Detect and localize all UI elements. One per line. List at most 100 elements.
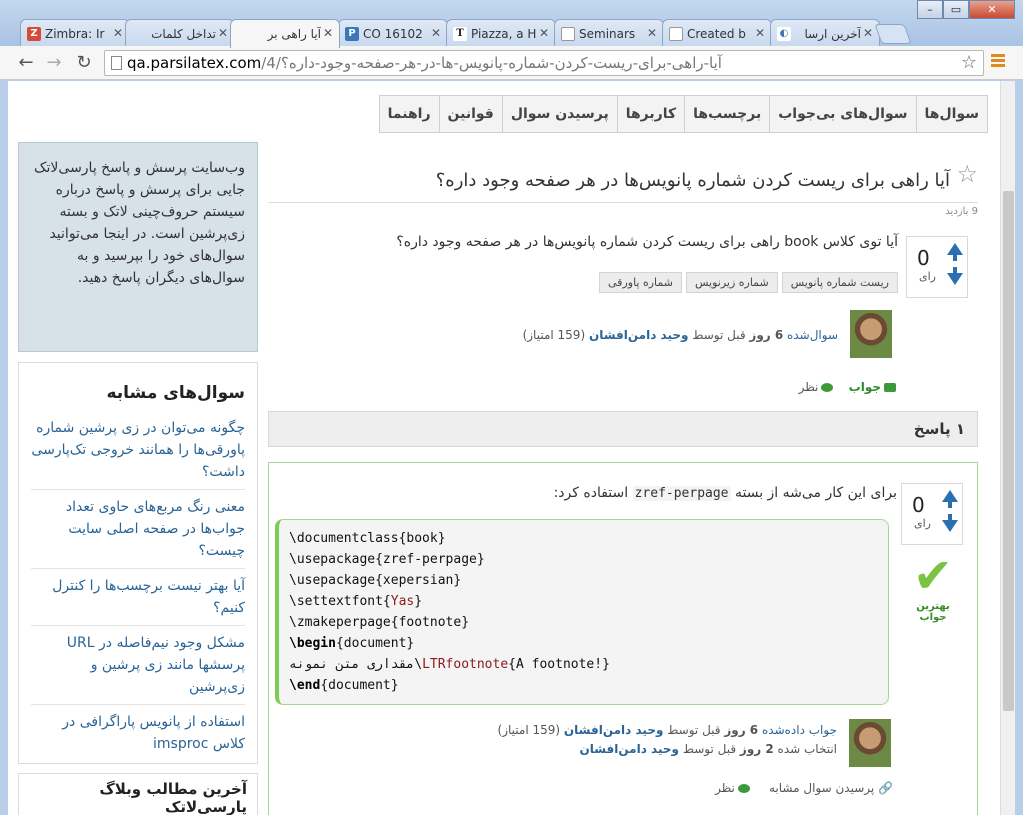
asked-time: 6 روز — [749, 328, 784, 342]
code-line: \usepackage{xepersian} — [289, 573, 462, 588]
browser-tab-piazza[interactable]: T Piazza, a H ✕ — [446, 19, 556, 47]
close-tab-icon[interactable]: ✕ — [113, 26, 123, 40]
nav-questions[interactable]: سوال‌ها — [915, 96, 987, 132]
answers-header: ۱ پاسخ — [268, 411, 978, 447]
close-tab-icon[interactable]: ✕ — [539, 26, 549, 40]
best-answer-badge: ✔ بهترین جواب — [903, 551, 963, 623]
nav-unanswered[interactable]: سوال‌های بی‌جواب — [769, 96, 915, 132]
question-body: آیا توی کلاس book راهی برای ریست کردن شم… — [396, 234, 898, 250]
comment-icon — [821, 383, 834, 392]
related-question-link[interactable]: استفاده از پانویس پاراگرافی در کلاس imsp… — [31, 705, 245, 761]
author-link[interactable]: وحید دامن‌افشان — [589, 328, 689, 342]
browser-tab-zimbra[interactable]: Z Zimbra: Ir ✕ — [20, 19, 130, 47]
vote-down-icon[interactable] — [942, 520, 958, 532]
tab-label: Piazza, a H — [471, 27, 537, 41]
nav-users[interactable]: کاربرها — [616, 96, 684, 132]
tag[interactable]: شماره پاورقی — [599, 272, 682, 293]
comment-button[interactable]: نظر — [799, 380, 819, 394]
menu-icon[interactable] — [991, 54, 1005, 69]
close-tab-icon[interactable]: ✕ — [755, 26, 765, 40]
close-tab-icon[interactable]: ✕ — [323, 26, 333, 40]
author-link[interactable]: وحید دامن‌افشان — [579, 742, 679, 756]
link-icon: 🔗 — [878, 781, 893, 795]
window-frame — [1015, 81, 1023, 815]
tab-strip: Z Zimbra: Ir ✕ تداخل کلمات ✕ آیا راهی بر… — [0, 0, 1023, 48]
code-block: \documentclass{book} \usepackage{zref-pe… — [275, 519, 889, 705]
answer-text-after: استفاده کرد: — [553, 485, 629, 501]
browser-tab-co[interactable]: P CO 16102 ✕ — [338, 19, 448, 47]
close-tab-icon[interactable]: ✕ — [647, 26, 657, 40]
code-line: \end{document} — [289, 678, 399, 693]
vote-down-icon[interactable] — [947, 273, 963, 285]
address-bar[interactable]: qa.parsilatex.com/4/آیا-راهی-برای-ریست-ک… — [104, 50, 984, 76]
tag-list: ریست شماره پانویس شماره زیرنویس شماره پا… — [599, 272, 898, 293]
scrollbar-thumb[interactable] — [1003, 191, 1014, 711]
asked-label[interactable]: سوال‌شده — [787, 328, 838, 342]
url-host: qa.parsilatex.com — [127, 54, 262, 72]
tag[interactable]: ریست شماره پانویس — [781, 272, 898, 293]
related-questions-panel: سوال‌های مشابه چگونه می‌توان در زی پرشین… — [18, 362, 258, 764]
vote-label: رای — [914, 517, 931, 530]
browser-tab-created[interactable]: Created b ✕ — [662, 19, 772, 47]
close-tab-icon[interactable]: ✕ — [218, 26, 228, 40]
avatar[interactable] — [850, 310, 892, 358]
scrollbar[interactable] — [1000, 81, 1015, 815]
maximize-button[interactable]: ▭ — [943, 0, 969, 19]
selected-time: 2 روز — [739, 742, 774, 756]
ask-related-button[interactable]: پرسیدن سوال مشابه — [769, 781, 874, 795]
browser-tab-active[interactable]: آیا راهی بر ✕ — [230, 19, 340, 48]
comment-icon — [737, 784, 750, 793]
tab-label: آخرین ارسا — [804, 27, 861, 41]
browser-tab-seminars[interactable]: Seminars ✕ — [554, 19, 664, 47]
checkmark-icon: ✔ — [912, 548, 954, 604]
tag[interactable]: شماره زیرنویس — [685, 272, 778, 293]
nav-rules[interactable]: قوانین — [438, 96, 502, 132]
loading-favicon-icon: ◐ — [777, 27, 791, 41]
vote-up-icon[interactable] — [947, 243, 963, 255]
author-points: (159 امتیاز) — [522, 328, 586, 342]
vote-up-icon[interactable] — [942, 490, 958, 502]
code-line: \zmakeperpage{footnote} — [289, 615, 470, 630]
answer-text: برای این کار می‌شه از بسته zref-perpage … — [554, 485, 897, 501]
back-icon[interactable]: ← — [14, 52, 38, 74]
code-line: \documentclass{book} — [289, 531, 446, 546]
answer-button[interactable]: جواب — [849, 380, 881, 394]
avatar[interactable] — [849, 719, 891, 767]
by-label: قبل توسط — [692, 328, 746, 342]
nav-help[interactable]: راهنما — [380, 96, 439, 132]
code-line: \begin{document} — [289, 636, 415, 651]
comment-button[interactable]: نظر — [715, 781, 735, 795]
reload-icon[interactable]: ↻ — [72, 52, 96, 74]
question-vote-box: 0 رای — [906, 236, 968, 298]
page-viewport: سوال‌ها سوال‌های بی‌جواب برچسب‌ها کاربره… — [8, 81, 1008, 815]
code-line: \settextfont{Yas} — [289, 594, 423, 609]
question-actions: جواب نظر — [799, 380, 896, 394]
divider — [268, 202, 978, 203]
author-points: (159 امتیاز) — [497, 723, 561, 737]
author-link[interactable]: وحید دامن‌افشان — [564, 723, 664, 737]
new-tab-button[interactable] — [874, 24, 912, 44]
browser-toolbar: ← → ↻ qa.parsilatex.com/4/آیا-راهی-برای-… — [0, 46, 1023, 80]
nav-tags[interactable]: برچسب‌ها — [684, 96, 769, 132]
related-question-link[interactable]: معنی رنگ مربع‌های حاوی تعداد جواب‌ها در … — [31, 490, 245, 569]
related-question-link[interactable]: چگونه می‌توان در زی پرشین شماره پاورقی‌ه… — [31, 411, 245, 490]
nav-ask-question[interactable]: پرسیدن سوال — [501, 96, 617, 132]
forward-icon[interactable]: → — [42, 52, 66, 74]
inline-code: zref-perpage — [632, 486, 731, 501]
related-question-link[interactable]: مشکل وجود نیم‌فاصله در URL پرسشها مانند … — [31, 626, 245, 705]
related-question-link[interactable]: آیا بهتر نیست برچسب‌ها را کنترل کنیم؟ — [31, 569, 245, 626]
close-tab-icon[interactable]: ✕ — [863, 26, 873, 40]
answer-text-before: برای این کار می‌شه از بسته — [734, 485, 897, 501]
answer-vote-box: 0 رای — [901, 483, 963, 545]
vote-label: رای — [919, 270, 936, 283]
browser-tab-latest[interactable]: ◐ آخرین ارسا ✕ — [770, 19, 880, 47]
window-close-button[interactable]: ✕ — [969, 0, 1015, 19]
bookmark-star-icon[interactable]: ☆ — [961, 51, 977, 75]
favorite-star-icon[interactable]: ☆ — [956, 160, 978, 188]
code-line: \usepackage{zref-perpage} — [289, 552, 485, 567]
answered-label[interactable]: جواب داده‌شده — [762, 723, 837, 737]
browser-tab-tadakhol[interactable]: تداخل کلمات ✕ — [125, 19, 235, 47]
page-favicon-icon — [561, 27, 575, 41]
minimize-button[interactable]: – — [917, 0, 943, 19]
close-tab-icon[interactable]: ✕ — [431, 26, 441, 40]
